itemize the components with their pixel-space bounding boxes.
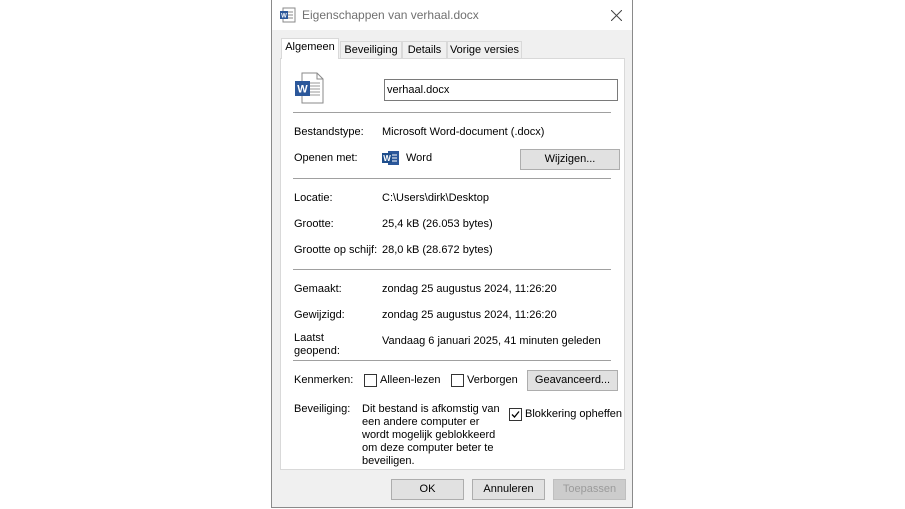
properties-dialog: W Eigenschappen van verhaal.docx Algemee… bbox=[271, 0, 633, 508]
change-button[interactable]: Wijzigen... bbox=[520, 149, 620, 170]
attributes-label: Kenmerken: bbox=[294, 374, 354, 386]
location-value: C:\Users\dirk\Desktop bbox=[382, 192, 489, 204]
hidden-label: Verborgen bbox=[467, 374, 518, 386]
location-label: Locatie: bbox=[294, 192, 333, 204]
word-document-icon: W bbox=[280, 7, 296, 23]
general-panel: W Bestandstype: Microsoft Word-document … bbox=[280, 58, 625, 470]
svg-text:W: W bbox=[281, 14, 287, 20]
checkmark-icon bbox=[511, 411, 520, 418]
tab-beveiliging[interactable]: Beveiliging bbox=[340, 41, 402, 58]
tab-details[interactable]: Details bbox=[402, 41, 447, 58]
unblock-checkbox[interactable] bbox=[509, 408, 522, 421]
size-label: Grootte: bbox=[294, 218, 334, 230]
security-label: Beveiliging: bbox=[294, 403, 351, 415]
type-value: Microsoft Word-document (.docx) bbox=[382, 126, 545, 138]
word-app-icon: W bbox=[382, 151, 399, 165]
filename-input[interactable] bbox=[384, 79, 618, 101]
word-document-large-icon: W bbox=[295, 72, 324, 104]
advanced-button[interactable]: Geavanceerd... bbox=[527, 370, 618, 391]
separator bbox=[293, 360, 611, 361]
svg-text:W: W bbox=[383, 154, 391, 163]
modified-label: Gewijzigd: bbox=[294, 309, 345, 321]
hidden-checkbox[interactable] bbox=[451, 374, 464, 387]
title-bar[interactable]: W Eigenschappen van verhaal.docx bbox=[272, 0, 632, 30]
tab-vorige-versies[interactable]: Vorige versies bbox=[447, 41, 522, 58]
unblock-label: Blokkering opheffen bbox=[525, 408, 623, 420]
separator bbox=[293, 178, 611, 179]
window-title: Eigenschappen van verhaal.docx bbox=[302, 8, 479, 22]
size-value: 25,4 kB (26.053 bytes) bbox=[382, 218, 493, 230]
type-label: Bestandstype: bbox=[294, 126, 364, 138]
svg-text:W: W bbox=[297, 84, 308, 96]
disk-size-label: Grootte op schijf: bbox=[294, 244, 378, 256]
accessed-value: Vandaag 6 januari 2025, 41 minuten geled… bbox=[382, 335, 601, 347]
readonly-checkbox[interactable] bbox=[364, 374, 377, 387]
disk-size-value: 28,0 kB (28.672 bytes) bbox=[382, 244, 493, 256]
opens-with-value: Word bbox=[406, 152, 433, 164]
cancel-button[interactable]: Annuleren bbox=[472, 479, 545, 500]
close-button[interactable] bbox=[600, 0, 632, 30]
opens-with-label: Openen met: bbox=[294, 152, 358, 164]
separator bbox=[293, 269, 611, 270]
tab-algemeen[interactable]: Algemeen bbox=[281, 38, 339, 59]
close-icon bbox=[610, 9, 622, 21]
modified-value: zondag 25 augustus 2024, 11:26:20 bbox=[382, 309, 557, 321]
security-text: Dit bestand is afkomstig van een andere … bbox=[362, 403, 500, 467]
created-label: Gemaakt: bbox=[294, 283, 342, 295]
separator bbox=[293, 112, 611, 113]
readonly-label: Alleen-lezen bbox=[380, 374, 441, 386]
apply-button[interactable]: Toepassen bbox=[553, 479, 626, 500]
created-value: zondag 25 augustus 2024, 11:26:20 bbox=[382, 283, 557, 295]
accessed-label: Laatst geopend: bbox=[294, 332, 340, 357]
ok-button[interactable]: OK bbox=[391, 479, 464, 500]
